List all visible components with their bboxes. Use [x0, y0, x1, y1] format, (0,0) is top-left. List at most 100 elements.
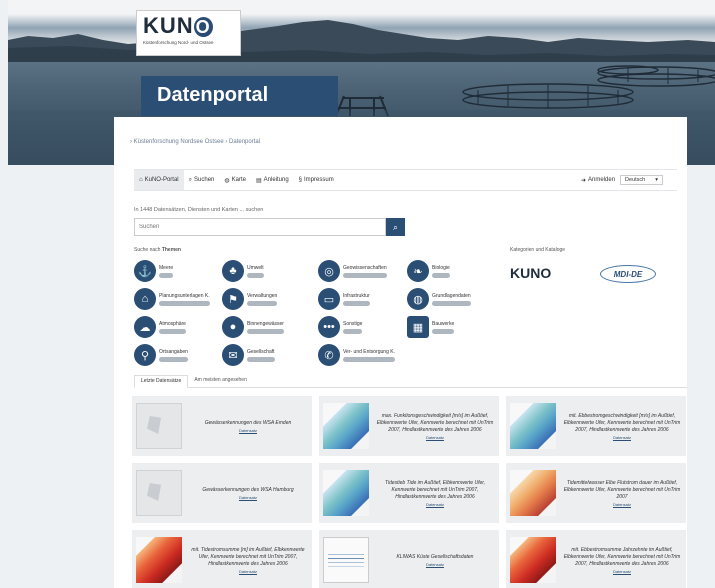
dataset-card[interactable]: Tidemittelwasser Elbe Flutstrom dauer im… — [506, 463, 686, 523]
dataset-link[interactable]: Datensatz — [562, 569, 682, 574]
breadcrumb[interactable]: › Küstenforschung Nordsee Ostsee › Daten… — [130, 139, 260, 145]
dataset-link[interactable]: Datensatz — [375, 502, 495, 507]
theme-infrastruktur[interactable]: ▭ Infrastruktur — [318, 288, 370, 310]
search-button[interactable]: ⌕ — [386, 218, 405, 236]
language-select[interactable]: Deutsch ▾ — [620, 175, 663, 185]
dataset-thumbnail — [136, 537, 182, 583]
nav-label: Impressum — [304, 177, 334, 183]
theme-name: Meere — [159, 264, 174, 271]
themes-heading-prefix: Suche nach — [134, 247, 161, 253]
nav-item-map[interactable]: ◍ Karte — [219, 170, 251, 190]
dataset-title: Gewässerkennungen des WSA Emden — [204, 419, 292, 426]
dataset-link[interactable]: Datensatz — [375, 562, 495, 567]
globe-icon: ◍ — [224, 177, 230, 184]
search-input[interactable] — [134, 218, 386, 236]
login-link[interactable]: ➜ Anmelden — [576, 170, 620, 190]
nav-label: Anleitung — [263, 177, 289, 183]
chat-icon: ✉ — [222, 344, 244, 366]
dataset-card[interactable]: max. Funktionsgeschwindigkeit [m/s] im A… — [319, 396, 499, 456]
theme-name: Geowissenschaften — [343, 264, 387, 271]
theme-count — [432, 300, 471, 306]
kuno-logo[interactable]: KUN O Küstenforschung Nord- und Ostsee — [136, 10, 241, 56]
dataset-card[interactable]: Gewässerkennungen des WSA Emden Datensatz — [132, 396, 312, 456]
theme-gesellschaft[interactable]: ✉ Gesellschaft — [222, 344, 275, 366]
theme-name: Ver- und Entsorgung K. — [343, 348, 395, 355]
theme-geowissenschaften[interactable]: ◎ Geowissenschaften — [318, 260, 387, 282]
dataset-link[interactable]: Datensatz — [562, 435, 682, 440]
dataset-card[interactable]: mit. Ebbestromgeschwindigkeit [m/s] im A… — [506, 396, 686, 456]
leaf-icon: ❧ — [407, 260, 429, 282]
tab-most-viewed[interactable]: Am meisten angesehen — [188, 375, 253, 387]
dataset-thumbnail — [136, 470, 182, 516]
logo-subtitle: Küstenforschung Nord- und Ostsee — [143, 40, 214, 45]
login-icon: ➜ — [580, 177, 587, 184]
theme-atmosphaere[interactable]: ☁ Atmosphäre — [134, 316, 186, 338]
theme-verwaltungen[interactable]: ⚑ Verwaltungen — [222, 288, 278, 310]
theme-planungsunterlagen[interactable]: ⌂ Planungsunterlagen K. — [134, 288, 210, 310]
theme-count — [432, 328, 455, 334]
main-nav: ⌂ KuNO-Portal ⌕ Suchen ◍ Karte ▤ Anleitu… — [134, 169, 677, 191]
theme-count — [247, 272, 264, 278]
theme-name: Atmosphäre — [159, 320, 186, 327]
theme-grundlagendaten[interactable]: ◍ Grundlagendaten — [407, 288, 471, 310]
dataset-card[interactable]: Gewässerkennungen des WSA Hamburg Datensa… — [132, 463, 312, 523]
main-content: › Küstenforschung Nordsee Ostsee › Daten… — [114, 117, 687, 588]
dataset-card[interactable]: mit. Tidestromsumme [m] im Außtief, Elbk… — [132, 530, 312, 588]
theme-umwelt[interactable]: ♣ Umwelt — [222, 260, 264, 282]
dataset-title: Gewässerkennungen des WSA Hamburg — [202, 486, 294, 493]
catalogs-heading: Kategorien und Kataloge — [510, 247, 566, 253]
catalog-mdi-de-logo[interactable]: MDI-DE — [600, 265, 656, 283]
dataset-grid: Gewässerkennungen des WSA Emden Datensatz… — [132, 396, 687, 588]
dataset-title: KLIWAS Küste Gesellschaftsdaten — [396, 553, 474, 560]
catalog-kuno-logo[interactable]: KUNO — [510, 265, 551, 281]
theme-name: Umwelt — [247, 264, 264, 271]
dataset-card[interactable]: Tidestieb Tide im Außtief, Elbkennwerte … — [319, 463, 499, 523]
language-value: Deutsch — [625, 177, 646, 183]
dataset-thumbnail — [510, 403, 556, 449]
theme-sonstige[interactable]: ••• Sonstige — [318, 316, 363, 338]
theme-count — [247, 300, 278, 306]
dataset-card[interactable]: mit. Ebbestromsumme Jahrzehnte im Außtie… — [506, 530, 686, 588]
search-icon: ⌕ — [392, 221, 399, 232]
nav-item-search[interactable]: ⌕ Suchen — [184, 170, 220, 190]
flag-icon: ⚑ — [222, 288, 244, 310]
page: KUN O Küstenforschung Nord- und Ostsee Da… — [0, 0, 715, 588]
dataset-card[interactable]: KLIWAS Küste Gesellschaftsdaten Datensatz — [319, 530, 499, 588]
theme-count — [159, 328, 186, 334]
tab-recent[interactable]: Letzte Datensätze — [134, 375, 189, 388]
theme-count — [343, 272, 387, 278]
search-icon: ⌕ — [188, 176, 193, 183]
tree-icon: ♣ — [222, 260, 244, 282]
nav-label: Karte — [231, 177, 246, 183]
globe-icon: ◍ — [407, 288, 429, 310]
theme-bauwerke[interactable]: ▦ Bauwerke — [407, 316, 455, 338]
dataset-thumbnail — [136, 403, 182, 449]
dataset-link[interactable]: Datensatz — [188, 428, 308, 433]
dataset-link[interactable]: Datensatz — [375, 435, 495, 440]
theme-count — [343, 300, 370, 306]
theme-ver-und-entsorgung[interactable]: ✆ Ver- und Entsorgung K. — [318, 344, 395, 366]
themes-heading: Suche nach Themen — [134, 247, 181, 253]
theme-count — [247, 328, 284, 334]
theme-count — [159, 356, 188, 362]
nav-item-kuno-portal[interactable]: ⌂ KuNO-Portal — [134, 170, 184, 190]
theme-biologie[interactable]: ❧ Biologie — [407, 260, 450, 282]
phone-icon: ✆ — [318, 344, 340, 366]
theme-meere[interactable]: ⚓ Meere — [134, 260, 174, 282]
theme-binnengewaesser[interactable]: ● Binnengewässer — [222, 316, 284, 338]
dataset-title: mit. Ebbestromsumme Jahrzehnte im Außtie… — [563, 546, 681, 567]
theme-name: Infrastruktur — [343, 292, 370, 299]
theme-ortsangaben[interactable]: ⚲ Ortsangaben — [134, 344, 188, 366]
dataset-link[interactable]: Datensatz — [562, 502, 682, 507]
cloud-icon: ☁ — [134, 316, 156, 338]
dataset-title: max. Funktionsgeschwindigkeit [m/s] im A… — [376, 412, 494, 433]
theme-name: Sonstige — [343, 320, 363, 327]
dataset-link[interactable]: Datensatz — [188, 495, 308, 500]
nav-item-imprint[interactable]: § Impressum — [294, 170, 339, 190]
results-tabs: Letzte Datensätze Am meisten angesehen — [134, 375, 687, 388]
nav-item-guide[interactable]: ▤ Anleitung — [251, 170, 294, 190]
theme-count — [343, 328, 363, 334]
building-icon: ▦ — [407, 316, 429, 338]
dataset-link[interactable]: Datensatz — [188, 569, 308, 574]
anchor-icon: ⚓ — [134, 260, 156, 282]
